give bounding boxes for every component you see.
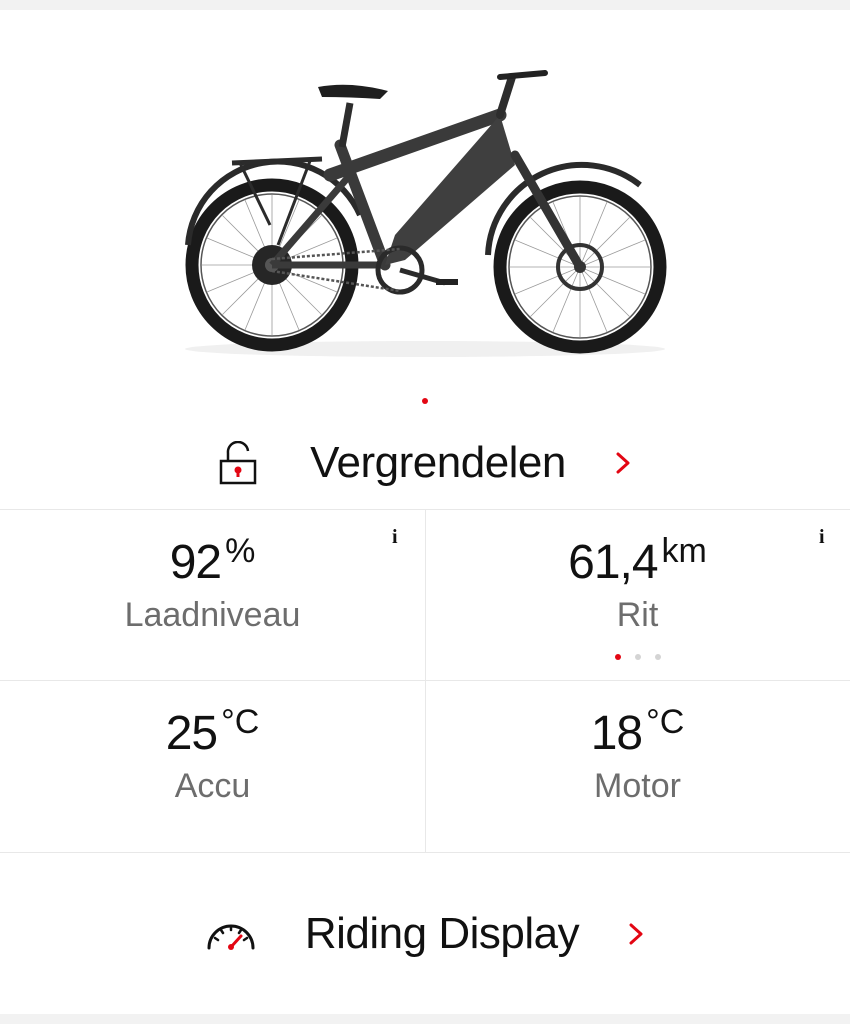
chevron-right-icon [616,452,630,474]
speedometer-icon [207,924,255,950]
riding-display-button[interactable]: Riding Display [0,892,850,976]
info-icon[interactable]: i [392,526,398,549]
carousel-dot-active[interactable] [422,398,428,404]
battery-level-label: Laadniveau [124,596,301,634]
e-bike-illustration [185,70,667,357]
battery-temp-unit: °C [221,703,260,741]
pager-dot[interactable] [634,654,641,660]
pager-dot-active[interactable] [614,654,621,660]
battery-temp-value: 25 [165,707,218,760]
trip-unit: km [661,532,707,570]
stat-battery-level[interactable]: 92% Laadniveau i [0,510,425,680]
stats-grid: 92% Laadniveau i 61,4 km Rit i 25 °C Accu … [0,509,850,853]
top-strip [0,0,850,10]
lock-button[interactable]: Vergrendelen [0,418,850,508]
motor-temp-unit: °C [646,703,685,741]
lock-label: Vergrendelen [310,438,566,487]
riding-display-label: Riding Display [304,909,580,958]
chevron-right-icon [629,923,643,945]
stat-trip[interactable]: 61,4 km Rit i [425,510,850,680]
trip-value: 61,4 [568,536,658,589]
battery-level-unit: % [225,532,256,570]
stat-battery-temperature[interactable]: 25 °C Accu [0,681,425,851]
unlocked-padlock-icon [219,441,257,485]
trip-label: Rit [616,596,659,634]
info-icon[interactable]: i [819,526,825,549]
battery-level-value: 92 [169,536,222,589]
battery-temp-label: Accu [174,767,251,805]
image-carousel-pager[interactable] [0,398,850,406]
stat-motor-temperature[interactable]: 18 °C Motor [425,681,850,851]
bottom-strip [0,1014,850,1024]
motor-temp-label: Motor [594,767,681,805]
motor-temp-value: 18 [590,707,643,760]
bike-image[interactable] [170,55,680,365]
trip-pager[interactable] [425,654,850,660]
pager-dot[interactable] [654,654,661,660]
